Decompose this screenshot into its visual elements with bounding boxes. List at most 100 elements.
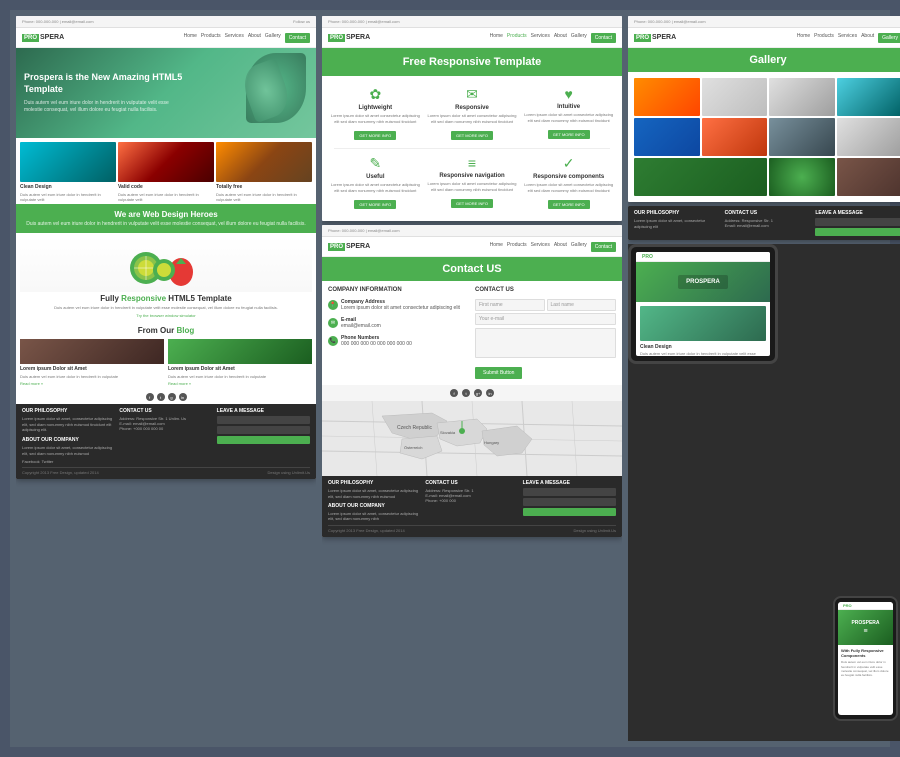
leave-name-input[interactable] (217, 416, 310, 424)
nav3-home[interactable]: Home (490, 242, 503, 252)
nav4-home[interactable]: Home (797, 33, 810, 43)
frt-btn-2[interactable]: GET MORE INFO (451, 131, 493, 140)
gallery-item-1[interactable] (634, 78, 700, 116)
nav2-contact-cta[interactable]: Contact (591, 33, 616, 43)
footer-leave-1: LEAVE A MESSAGE (217, 408, 310, 464)
form-email[interactable]: Your e-mail (475, 313, 616, 325)
nav3-contact-cta[interactable]: Contact (591, 242, 616, 252)
nav2-home[interactable]: Home (490, 33, 503, 43)
tablet-screen: PRO SPERA ≡ PROSPERA Clean Design Duis a (636, 252, 770, 356)
frt-feature-6: ✓ Responsive components Lorem ipsum dolo… (521, 151, 616, 215)
tablet-logo-text: SPERA (656, 254, 677, 260)
fully-highlight: Responsive (121, 294, 166, 303)
nav4-about[interactable]: About (861, 33, 874, 43)
frt-btn-5[interactable]: GET MORE INFO (451, 199, 493, 208)
logo-pro-4: PRO (634, 34, 651, 42)
gallery-item-11[interactable] (837, 158, 900, 196)
contact-title: Contact US (328, 263, 616, 275)
blog-readmore-1[interactable]: Read more » (20, 381, 164, 386)
phone-hamburger-icon[interactable]: ≡ (886, 603, 890, 609)
gallery-item-2[interactable] (702, 78, 768, 116)
footer-ph2-text: Lorem ipsum dolor sit amet, consectetur … (328, 488, 421, 499)
nav2-about[interactable]: About (554, 33, 567, 43)
gallery-item-4[interactable] (837, 78, 900, 116)
gallery-item-5[interactable] (634, 118, 700, 156)
leave-name-input-2[interactable] (523, 488, 616, 496)
blog-highlight: Blog (176, 326, 194, 335)
nav-contact-cta[interactable]: Contact (285, 33, 310, 43)
form-message[interactable] (475, 328, 616, 358)
frt-desc-6: Lorem ipsum dolor sit amet consectetur a… (523, 182, 614, 193)
nav-links-4: Home Products Services About Gallery (797, 33, 900, 43)
footer-tw[interactable]: Twitter (42, 459, 54, 464)
gallery-item-3[interactable] (769, 78, 835, 116)
nav4-services[interactable]: Services (838, 33, 857, 43)
nav-gallery[interactable]: Gallery (265, 33, 281, 43)
nav3-gallery[interactable]: Gallery (571, 242, 587, 252)
leave-name-input-3[interactable] (815, 218, 900, 226)
gallery-item-7[interactable] (769, 118, 835, 156)
gallery-item-6[interactable] (702, 118, 768, 156)
nav-home[interactable]: Home (184, 33, 197, 43)
gallery-item-8[interactable] (837, 118, 900, 156)
frt-btn-6[interactable]: GET MORE INFO (548, 200, 590, 209)
frt-btn-1[interactable]: GET MORE INFO (354, 131, 396, 140)
footer-col3-contact: CONTACT US Address: Responsive Str. 1 Em… (725, 210, 812, 236)
nav4-products[interactable]: Products (814, 33, 834, 43)
leave-email-input-2[interactable] (523, 498, 616, 506)
thumb-img-2 (118, 142, 214, 182)
nav-products[interactable]: Products (201, 33, 221, 43)
leave-submit-btn-3[interactable] (815, 228, 900, 236)
fully-responsive-desc: Duis autem vel eum iriure dolor in hendr… (20, 305, 312, 311)
nav2-services[interactable]: Services (531, 33, 550, 43)
social-gp[interactable]: g (168, 393, 176, 401)
social-fb[interactable]: f (146, 393, 154, 401)
gallery-item-9[interactable] (634, 158, 767, 196)
form-lastname[interactable]: Last name (547, 299, 617, 311)
nav4-gallery-cta[interactable]: Gallery (878, 33, 900, 43)
social-in[interactable]: in (179, 393, 187, 401)
blog-readmore-2[interactable]: Read more » (168, 381, 312, 386)
blog-post-title-1: Lorem ipsum Dolor sit Amet (20, 366, 164, 372)
phone-icon: 📞 (328, 336, 338, 346)
frt-feature-1: ✿ Lightweight Lorem ipsum dolor sit amet… (328, 82, 423, 146)
email-icon: ✉ (328, 318, 338, 328)
footer-social-1: f t g in (16, 390, 316, 404)
gallery-item-10[interactable] (769, 158, 835, 196)
info-bar-4: Phone: 000-000-000 | email@email.com (628, 16, 900, 28)
nav3-about[interactable]: About (554, 242, 567, 252)
form-firstname[interactable]: First name (475, 299, 545, 311)
leave-submit-btn[interactable] (217, 436, 310, 444)
nav-links-1: Home Products Services About Gallery Con… (184, 33, 310, 43)
info-bar-2: Phone: 000-000-000 | email@email.com (322, 16, 622, 28)
nav2-products[interactable]: Products (507, 33, 527, 43)
phone-hero-hamburger[interactable]: ≡ (863, 628, 867, 635)
social-fb-2[interactable]: f (450, 389, 458, 397)
leave-submit-btn-2[interactable] (523, 508, 616, 516)
try-browser-link[interactable]: Try the browser window simulator (20, 313, 312, 318)
nav3-services[interactable]: Services (531, 242, 550, 252)
social-gp-2[interactable]: g+ (474, 389, 482, 397)
logo-3: PRO SPERA (328, 243, 370, 251)
phone-title: With Fully Responsive Components (841, 648, 890, 658)
social-tw-2[interactable]: t (462, 389, 470, 397)
social-tw[interactable]: t (157, 393, 165, 401)
nav-about[interactable]: About (248, 33, 261, 43)
copyright-1: Copyright 2013 Free Design, updated 2014 (22, 470, 99, 475)
nav3-products[interactable]: Products (507, 242, 527, 252)
frt-btn-3[interactable]: GET MORE INFO (548, 130, 590, 139)
svg-text:Czech Republic: Czech Republic (397, 425, 433, 431)
nav-services[interactable]: Services (225, 33, 244, 43)
frt-btn-4[interactable]: GET MORE INFO (354, 200, 396, 209)
form-submit-btn[interactable]: Submit Button (475, 367, 522, 379)
blog-thumb-2 (168, 339, 312, 364)
frt-label-5: Responsive navigation (427, 173, 518, 179)
social-in-2[interactable]: in (486, 389, 494, 397)
tablet-hamburger-icon[interactable]: ≡ (761, 252, 766, 261)
footer-col3-philosophy: OUR PHILOSOPHY Lorem ipsum dolor sit ame… (634, 210, 721, 236)
footer-contact-heading: CONTACT US (119, 408, 212, 414)
nav2-gallery[interactable]: Gallery (571, 33, 587, 43)
leave-email-input[interactable] (217, 426, 310, 434)
footer-phone: Phone: +000 000 000 00 (119, 426, 212, 431)
footer-fb[interactable]: Facebook (22, 459, 40, 464)
